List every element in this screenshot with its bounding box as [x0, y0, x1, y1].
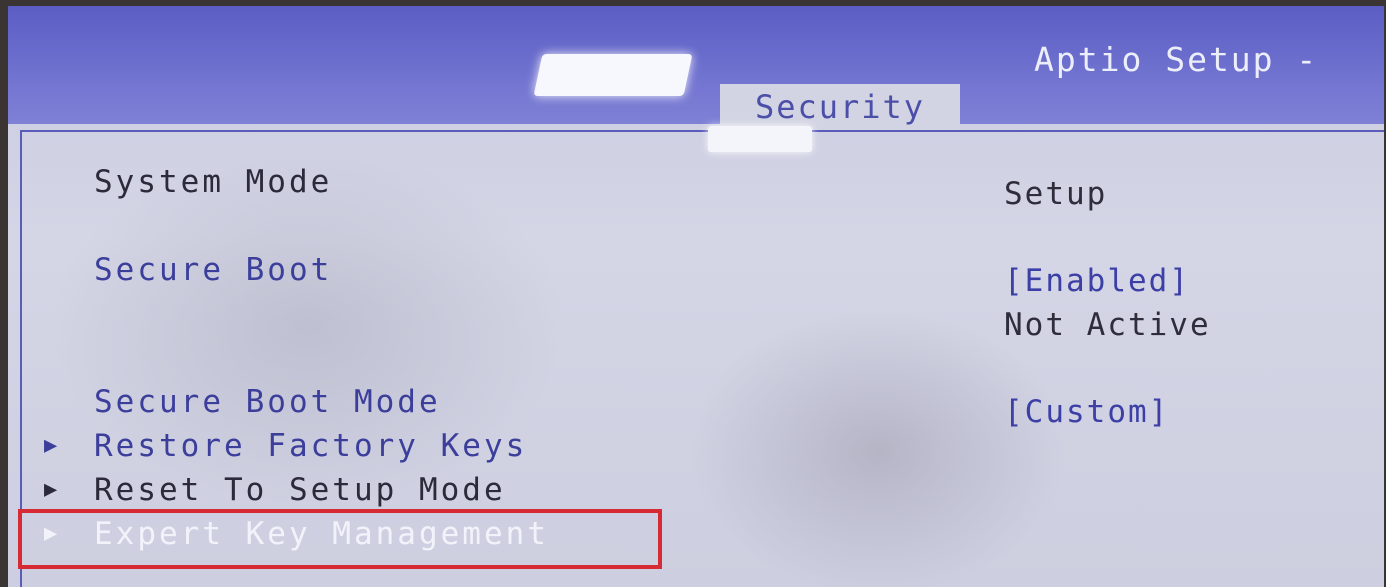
- secure-boot-status: Not Active: [1004, 307, 1211, 343]
- secure-boot-mode-value[interactable]: [Custom]: [1004, 394, 1169, 430]
- secure-boot-value[interactable]: [Enabled]: [1004, 263, 1190, 299]
- bios-screen: Aptio Setup - Security System Mode Setup…: [8, 6, 1384, 587]
- tab-security[interactable]: Security: [720, 84, 960, 130]
- secure-boot-option[interactable]: Secure Boot: [94, 252, 332, 288]
- screen-glare: [533, 54, 693, 96]
- highlight-annotation: [18, 509, 662, 569]
- secure-boot-mode-option[interactable]: Secure Boot Mode: [94, 384, 441, 420]
- system-mode-value: Setup: [1004, 176, 1108, 212]
- triangle-right-icon: ▶: [44, 433, 58, 458]
- app-title: Aptio Setup -: [1034, 40, 1319, 79]
- triangle-right-icon: ▶: [44, 477, 58, 502]
- submenu-restore-factory-keys[interactable]: Restore Factory Keys: [94, 428, 527, 464]
- submenu-reset-to-setup-mode[interactable]: Reset To Setup Mode: [94, 472, 506, 508]
- system-mode-label: System Mode: [94, 164, 333, 200]
- screen-glare: [708, 126, 812, 152]
